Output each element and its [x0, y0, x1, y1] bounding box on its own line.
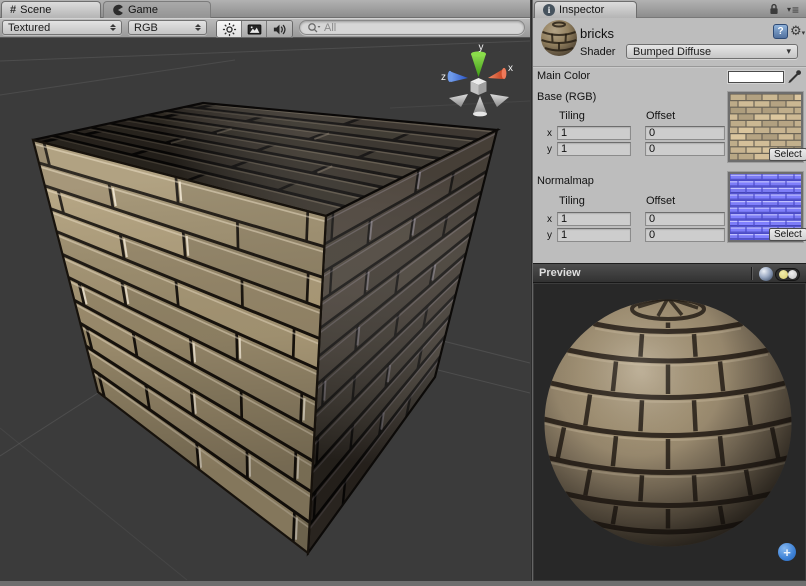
inspector-tabstrip: i Inspector ▾ ≡ — [533, 0, 806, 18]
svg-text:z: z — [441, 72, 446, 83]
scene-toolbar: Textured RGB — [0, 18, 530, 38]
normalmap-tiling-label: Tiling — [559, 195, 585, 207]
normalmap-tiling-x-input[interactable] — [557, 212, 631, 226]
scene-viewport[interactable]: y z x — [0, 38, 530, 581]
tab-inspector[interactable]: i Inspector — [534, 1, 637, 18]
inspector-panel: i Inspector ▾ ≡ — [533, 0, 806, 581]
base-tiling-label: Tiling — [559, 110, 585, 122]
chevron-down-icon: ▾ — [786, 46, 791, 57]
scene-tabstrip: # Scene Game — [0, 0, 530, 18]
base-x-label: x — [547, 128, 552, 139]
tab-scene-label: Scene — [20, 4, 51, 16]
main-color-label: Main Color — [537, 70, 590, 82]
updown-arrows-icon — [110, 24, 116, 31]
tab-game-label: Game — [128, 4, 158, 16]
add-button[interactable]: + — [778, 543, 796, 561]
lock-icon[interactable] — [769, 3, 779, 16]
svg-text:y: y — [479, 42, 484, 53]
preview-sphere — [534, 284, 805, 580]
render-channel-value: RGB — [134, 22, 158, 34]
unity-editor-window: # Scene Game Textured RGB — [0, 0, 806, 581]
audio-toggle-button[interactable] — [267, 21, 292, 37]
base-texture-select-button[interactable]: Select — [769, 148, 806, 161]
panel-menu-icon[interactable]: ▾ ≡ — [787, 5, 799, 15]
preview-title: Preview — [539, 267, 581, 279]
light-on-icon — [779, 270, 788, 279]
inspector-tab-tools: ▾ ≡ — [769, 3, 799, 16]
updown-arrows-icon — [195, 24, 201, 31]
render-channel-dropdown[interactable]: RGB — [128, 20, 207, 35]
light-off-icon — [788, 270, 797, 279]
tab-inspector-label: Inspector — [559, 4, 604, 16]
tab-scene[interactable]: # Scene — [1, 1, 101, 18]
preview-header[interactable]: Preview — [533, 263, 806, 283]
gear-icon[interactable]: ⚙ ▾ — [790, 23, 805, 39]
main-color-swatch[interactable] — [728, 71, 784, 83]
svg-text:x: x — [508, 63, 513, 74]
scene-grid-icon: # — [10, 4, 16, 16]
eyedropper-icon[interactable] — [787, 68, 803, 84]
separator — [751, 267, 752, 280]
material-name: bricks — [580, 26, 614, 41]
base-tiling-y-input[interactable] — [557, 142, 631, 156]
base-y-label: y — [547, 144, 552, 155]
shader-label: Shader — [580, 46, 615, 58]
image-icon — [247, 22, 262, 37]
search-input[interactable] — [324, 22, 517, 34]
normalmap-offset-label: Offset — [646, 195, 675, 207]
base-texture-label: Base (RGB) — [537, 91, 596, 103]
scene-view-toggles — [216, 20, 293, 38]
base-tiling-x-input[interactable] — [557, 126, 631, 140]
sun-icon — [222, 22, 237, 37]
shader-value: Bumped Diffuse — [633, 46, 711, 58]
shader-dropdown[interactable]: Bumped Diffuse ▾ — [626, 44, 798, 59]
draw-mode-dropdown[interactable]: Textured — [2, 20, 122, 35]
speaker-icon — [272, 22, 287, 37]
material-preview-icon — [540, 19, 578, 57]
help-icon[interactable]: ? — [773, 24, 788, 39]
normalmap-select-button[interactable]: Select — [769, 228, 806, 241]
normalmap-x-label: x — [547, 214, 552, 225]
base-offset-label: Offset — [646, 110, 675, 122]
preview-lighting-button[interactable] — [775, 268, 800, 281]
draw-mode-value: Textured — [8, 22, 50, 34]
scene-panel: # Scene Game Textured RGB — [0, 0, 530, 581]
normalmap-label: Normalmap — [537, 175, 594, 187]
normalmap-offset-y-input[interactable] — [645, 228, 725, 242]
skybox-toggle-button[interactable] — [242, 21, 267, 37]
info-icon: i — [543, 4, 555, 16]
scene-3d-view[interactable]: y z x — [0, 38, 530, 581]
base-offset-x-input[interactable] — [645, 126, 725, 140]
preview-viewport[interactable]: + — [533, 283, 806, 581]
scene-search-field[interactable] — [299, 20, 525, 35]
search-icon — [307, 22, 321, 34]
base-offset-y-input[interactable] — [645, 142, 725, 156]
normalmap-y-label: y — [547, 230, 552, 241]
tab-game[interactable]: Game — [103, 1, 211, 18]
normalmap-offset-x-input[interactable] — [645, 212, 725, 226]
separator — [533, 66, 806, 67]
preview-shape-button[interactable] — [759, 267, 773, 281]
normalmap-tiling-y-input[interactable] — [557, 228, 631, 242]
game-pacman-icon — [112, 4, 124, 16]
lighting-toggle-button[interactable] — [217, 21, 242, 37]
